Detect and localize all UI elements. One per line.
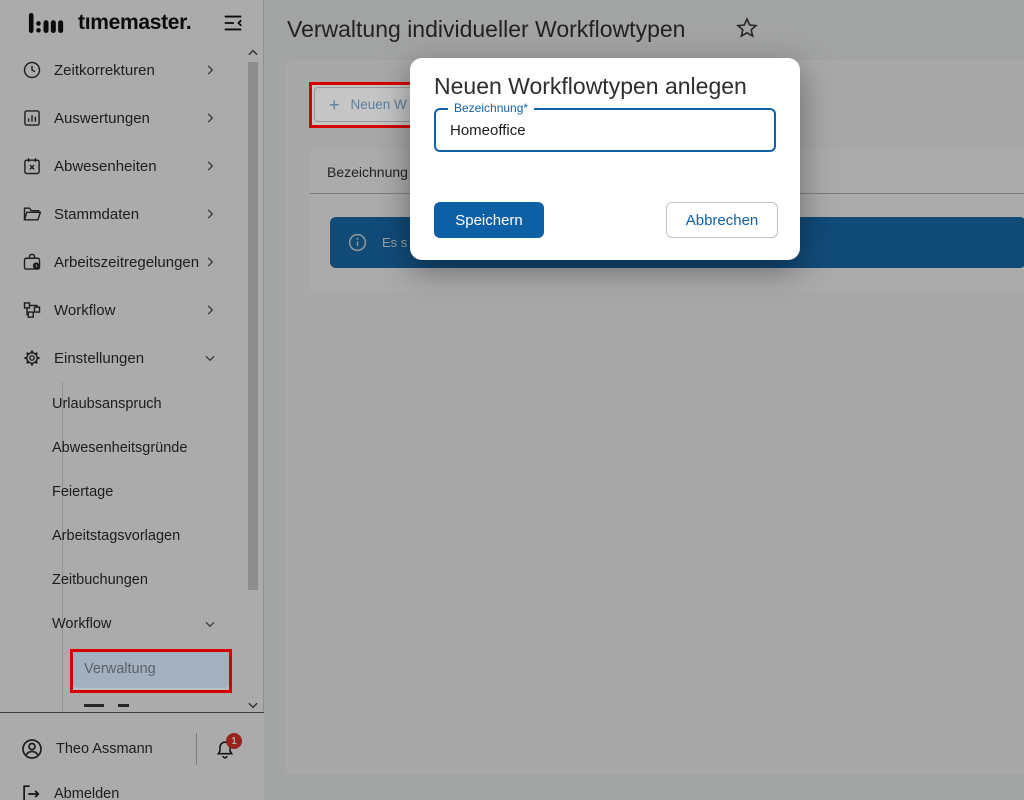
annotation-box-verwaltung [70, 649, 232, 693]
save-button[interactable]: Speichern [434, 202, 544, 238]
bezeichnung-field-wrap: Bezeichnung* [434, 108, 776, 152]
bezeichnung-input[interactable] [436, 110, 774, 150]
cancel-button[interactable]: Abbrechen [666, 202, 778, 238]
dialog-title: Neuen Workflowtypen anlegen [434, 73, 747, 100]
create-workflowtype-dialog: Neuen Workflowtypen anlegen Bezeichnung*… [410, 58, 800, 260]
app-window: tımemaster. Zeitkorrekturen Auswertungen… [0, 0, 1024, 800]
